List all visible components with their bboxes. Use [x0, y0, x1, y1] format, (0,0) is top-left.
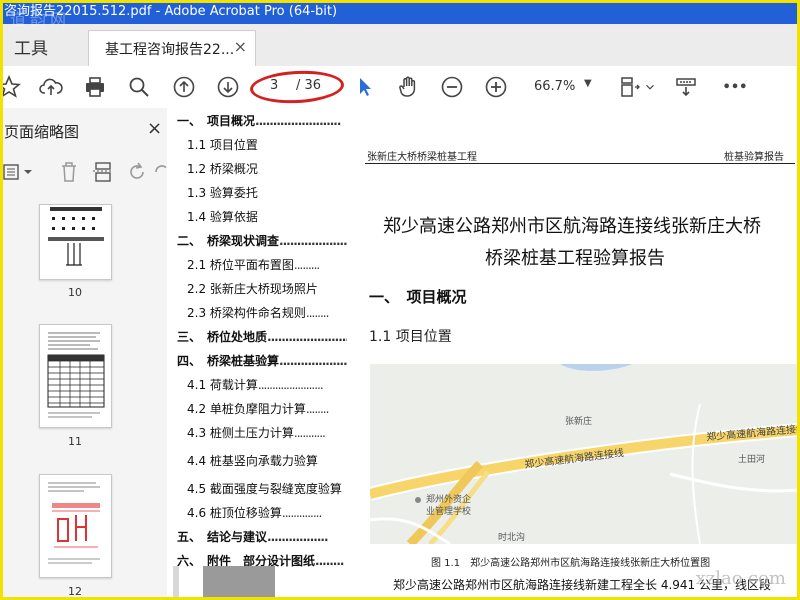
page-total: / 36 [296, 78, 322, 93]
bookmark-item[interactable]: 五、 结论与建议................. [177, 528, 329, 545]
chevron-down-icon: ▼ [584, 78, 592, 89]
thumbnail-number: 10 [68, 286, 82, 299]
page-down-icon[interactable] [215, 74, 241, 100]
search-icon[interactable] [126, 74, 152, 100]
rotate-icon[interactable] [126, 160, 148, 184]
bookmark-item[interactable]: 一、 项目概况........................ [177, 112, 341, 129]
bookmark-item[interactable]: 4.3 桩侧土压力计算........... [187, 424, 326, 441]
bookmark-item[interactable]: 1.3 验算委托 [187, 184, 258, 201]
tab-document[interactable]: 基工程咨询报告22... × [88, 30, 256, 66]
bookmarks-panel: 一、 项目概况........................ 1.1 项目位置… [167, 108, 347, 600]
document-title-line1: 郑少高速公路郑州市区航海路连接线张新庄大桥 [383, 216, 761, 237]
page-thumbnail-10[interactable] [39, 204, 112, 280]
more-icon[interactable]: ••• [720, 74, 750, 100]
watermark-bottom-right: xzlao.com [695, 568, 786, 589]
print-icon[interactable] [82, 74, 108, 100]
page-up-icon[interactable] [171, 74, 197, 100]
bookmark-item[interactable]: 1.1 项目位置 [187, 136, 258, 153]
page-current-input[interactable]: 3 [270, 78, 278, 93]
bookmark-item[interactable]: 四、 桥梁桩基验算.................... [177, 352, 347, 369]
tab-bar: 工具 基工程咨询报告22... × [0, 24, 800, 67]
bookmark-item[interactable]: 4.6 桩顶位移验算.............. [187, 504, 322, 521]
figure-caption: 图 1.1 郑少高速公路郑州市区航海路连接线张新庄大桥位置图 [431, 558, 711, 569]
options-menu-icon[interactable] [2, 162, 38, 182]
tab-tools[interactable]: 工具 [14, 34, 48, 59]
thumbnail-drawing [47, 332, 105, 418]
map-label: 时北沟 [498, 533, 526, 543]
bookmark-item[interactable]: 三、 桥位处地质.......................... [177, 328, 347, 345]
page-thumbnails-panel: 页面缩略图 × 10 11 12 [0, 108, 168, 600]
chevron-down-icon[interactable] [643, 74, 657, 100]
trash-icon[interactable] [58, 160, 80, 184]
bookmark-item[interactable]: 2.1 桥位平面布置图......... [187, 256, 320, 273]
panel-toolbar [0, 154, 167, 188]
bookmark-item[interactable]: 2.3 桥梁构件命名规则........ [187, 304, 329, 321]
subsection-heading: 1.1 项目位置 [369, 329, 452, 345]
bookmark-item[interactable]: 4.2 单桩负摩阻力计算........ [187, 400, 329, 417]
thumbnail-drawing [48, 207, 104, 266]
thumbnail-number: 12 [68, 585, 82, 598]
thumbnail-drawing [48, 482, 100, 564]
header-divider [365, 163, 795, 164]
bookmark-item[interactable]: 4.5 截面强度与裂缝宽度验算 [187, 480, 342, 497]
thumbnail-number: 11 [68, 435, 82, 448]
zoom-value: 66.7% [534, 79, 576, 94]
page-navigator[interactable]: 3 / 36 [258, 74, 338, 98]
window-title-bar: 咨询报告22015.512.pdf - Adobe Acrobat Pro (6… [0, 0, 800, 24]
section-heading: 一、 项目概况 [369, 288, 467, 306]
zoom-in-icon[interactable] [483, 74, 509, 100]
upload-icon[interactable] [38, 74, 64, 100]
watermark-top-left: 道韵网 [10, 10, 71, 29]
page-preview-block [203, 566, 275, 600]
zoom-dropdown[interactable]: 66.7% ▼ [528, 76, 598, 98]
document-title-line2: 桥梁桩基工程验算报告 [485, 248, 665, 269]
zoom-out-icon[interactable] [439, 74, 465, 100]
page-thumbnail-12[interactable] [39, 474, 112, 578]
panel-title: 页面缩略图 [4, 123, 80, 141]
star-icon[interactable] [0, 74, 22, 100]
document-page: 张新庄大桥桥梁桩基工程 桩基验算报告 郑少高速公路郑州市区航海路连接线张新庄大桥… [347, 108, 800, 600]
panel-close-icon[interactable]: × [147, 118, 162, 139]
bookmark-item[interactable]: 4.4 桩基竖向承载力验算 [187, 452, 318, 469]
page-header-right: 桩基验算报告 [724, 152, 784, 163]
page-fit-icon[interactable] [616, 74, 642, 100]
select-arrow-icon[interactable] [352, 74, 378, 100]
page-header-left: 张新庄大桥桥梁桩基工程 [367, 152, 477, 163]
map-label: 土田河 [738, 455, 766, 465]
main-toolbar: 3 / 36 66.7% ▼ ••• [0, 66, 800, 109]
map-label: 郑州外资企业管理学校 [426, 495, 472, 517]
tab-document-label: 基工程咨询报告22... [105, 42, 235, 58]
hand-icon[interactable] [395, 74, 421, 100]
tab-close-icon[interactable]: × [234, 37, 247, 56]
location-map: 张新庄 郑少高速航海路连接线 郑少高速航海路连接线 土田河 郑州外资企业管理学校… [370, 364, 800, 544]
rotate-clockwise-icon[interactable] [154, 160, 167, 184]
bookmark-item[interactable]: 二、 桥梁现状调查.................... [177, 232, 347, 249]
comment-icon[interactable] [673, 74, 699, 100]
bookmark-item[interactable]: 4.1 荷载计算....................... [187, 376, 324, 393]
bookmark-item[interactable]: 2.2 张新庄大桥现场照片 [187, 280, 318, 297]
scroll-marker [173, 566, 179, 600]
page-thumbnail-11[interactable] [39, 324, 112, 428]
bookmark-item[interactable]: 1.2 桥梁概况 [187, 160, 258, 177]
map-label: 张新庄 [565, 417, 593, 427]
extract-page-icon[interactable] [92, 160, 114, 184]
bookmark-item[interactable]: 1.4 验算依据 [187, 208, 258, 225]
